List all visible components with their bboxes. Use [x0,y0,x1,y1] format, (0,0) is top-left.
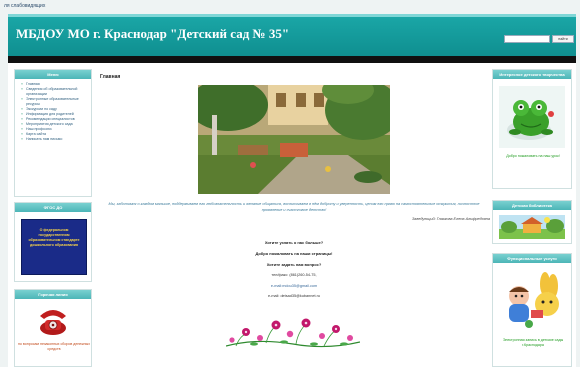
enrollment-link[interactable]: Электронная запись в детские сады г.Крас… [495,338,571,348]
nav-bar [8,56,576,63]
creativity-title: Интересное детского творчества [493,70,571,79]
page-title: Главная [100,74,121,80]
hotline-block: Горячая линия по вопросам незаконных сбо… [14,289,92,367]
creativity-caption[interactable]: Добро пожаловать на наш урок! [495,154,571,159]
hotline-title: Горячая линия [15,290,91,299]
fgos-banner[interactable]: О федеральном государственном образовате… [21,219,87,275]
services-title: Функциональные услуги [493,254,571,263]
menu-item-contact[interactable]: » Написать нам письмо [21,137,87,142]
director-name: Заведующий: Глазкова Елена Альфредовна [411,217,490,221]
site-header: МБДОУ МО г. Краснодар "Детский сад № 35"… [8,14,576,56]
want-more-text: Хотите узнать о нас больше? [264,240,324,245]
phone-text: тел/факс: (861)260-54-75, [271,273,317,277]
email-link-secondary[interactable]: e-mail: detsad35@kubannet.ru [98,294,490,298]
menu-item-resources[interactable]: » Электронные образовательные ресурсы [21,97,87,107]
fgos-text: О федеральном государственном образовате… [28,228,80,247]
ask-text: Хотите задать нам вопрос? [266,262,322,267]
menu-block: Меню » Главная » Сведения об образовательн… [14,69,92,197]
library-block: Детская библиотека [492,200,572,244]
flowers-decoration [226,318,360,348]
fgos-block: ФГОС ДО О федеральном государственном об… [14,202,92,282]
creativity-block: Интересное детского творчества Добро пож… [492,69,572,189]
accessibility-link[interactable]: ля слабовидящих [4,0,45,12]
library-title: Детская библиотека [493,201,571,210]
motto-text: Мы, заботимся о каждом малыше, поддержив… [108,202,480,212]
fgos-title: ФГОС ДО [15,203,91,212]
menu-title: Меню [15,70,91,79]
library-banner[interactable] [499,215,565,239]
content-area: Меню » Главная » Сведения об образовательн… [8,63,576,367]
welcome-text: Добро пожаловать на наши страницы! [255,251,333,256]
telephone-icon[interactable] [37,306,69,336]
services-block: Функциональные услуги Электронная запись… [492,253,572,367]
bunny-toy-image[interactable] [501,270,563,330]
toy-frog-image[interactable] [499,86,565,148]
menu-item-about[interactable]: » Сведения об образовательной организации [21,87,87,97]
kindergarten-photo[interactable] [198,85,390,194]
main-menu: » Главная » Сведения об образовательной ор… [15,79,91,142]
site-title[interactable]: МБДОУ МО г. Краснодар "Детский сад № 35" [16,26,289,42]
email-link-primary[interactable]: e-mail:mdou35@gmail.com [98,284,490,288]
search-button[interactable]: найти [552,35,574,43]
hotline-caption: по вопросам незаконных сборов денежных с… [17,342,91,351]
search-input[interactable] [504,35,550,43]
